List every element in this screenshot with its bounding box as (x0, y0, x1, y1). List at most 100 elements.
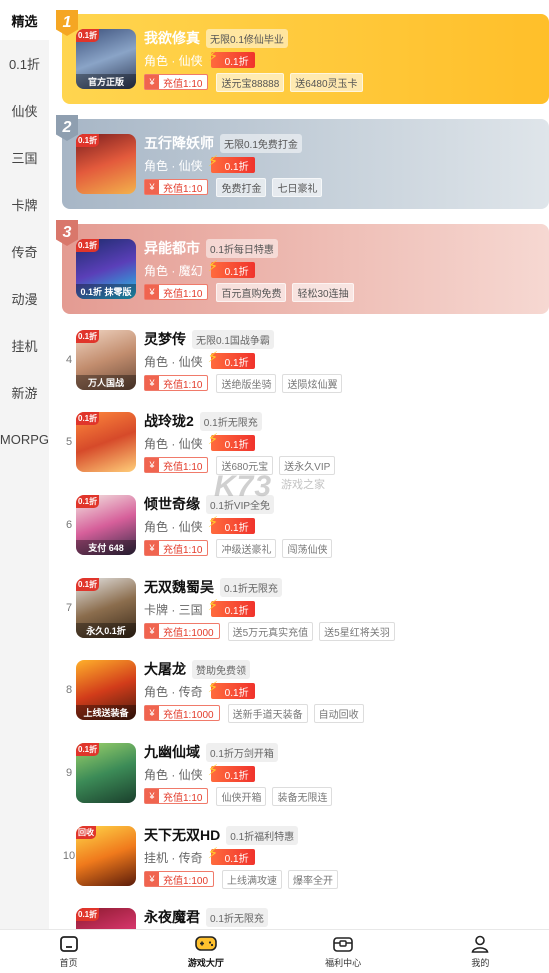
recharge-ratio: ¥ 充值1:10 (144, 457, 209, 473)
discount-badge: ⚡ 0.1折 (208, 763, 255, 782)
list-item[interactable]: 6 0.1折 支付 648 倾世奇缘 0.1折VIP全免 角色 · 仙侠 ⚡ 0.1折… (62, 494, 549, 576)
rank-number: 4 (65, 354, 73, 366)
coin-icon: ¥ (145, 458, 159, 472)
game-thumbnail[interactable]: 0.1折 (76, 134, 136, 194)
game-thumbnail[interactable]: 回收 (76, 826, 136, 886)
thumbnail-caption: 万人国战 (76, 375, 136, 390)
list-item[interactable]: 9 0.1折 九幽仙域 0.1折万剑开箱 角色 · 仙侠 ⚡ 0.1折 ¥ 充值1:10… (62, 742, 549, 824)
rank-number: 10 (62, 850, 76, 862)
game-thumbnail[interactable]: 上线送装备 (76, 660, 136, 720)
game-genre: 角色 · 仙侠 (144, 767, 203, 782)
discount-badge: ⚡ 0.1折 (208, 515, 255, 534)
game-info: 无双魏蜀吴 0.1折无限充 卡牌 · 三国 ⚡ 0.1折 ¥ 充值1:1000 送5万元真… (144, 577, 543, 641)
game-title[interactable]: 五行降妖师 (144, 133, 214, 153)
game-subtag: 无限0.1免费打金 (220, 133, 302, 153)
discount-corner: 0.1折 (76, 495, 100, 508)
sidebar-item-new[interactable]: 新游 (0, 369, 49, 416)
nav-home[interactable]: 首页 (0, 930, 137, 973)
game-thumbnail[interactable]: 0.1折 0.1折 抹零版 (76, 239, 136, 299)
featured-card[interactable]: 1 0.1折 官方正版 我欲修真 无限0.1修仙毕业 角色 · 仙侠 ⚡ 0.1折… (56, 10, 549, 104)
sidebar-item-card[interactable]: 卡牌 (0, 181, 49, 228)
benefit-tag: 送6480灵玉卡 (290, 72, 363, 92)
watermark-subtitle: 游戏之家 (281, 479, 325, 491)
game-title[interactable]: 九幽仙域 (144, 742, 200, 762)
nav-welfare-center[interactable]: 福利中心 (275, 930, 412, 973)
game-info: 异能都市 0.1折每日特惠 角色 · 魔幻 ⚡ 0.1折 ¥ 充值1:10 百元直购… (144, 238, 543, 302)
game-title[interactable]: 异能都市 (144, 238, 200, 258)
game-title[interactable]: 大屠龙 (144, 659, 186, 679)
sidebar-item-featured[interactable]: 精选 (0, 0, 49, 40)
game-info: 天下无双HD 0.1折福利特惠 挂机 · 传奇 ⚡ 0.1折 ¥ 充值1:100 上线满攻… (144, 825, 543, 889)
lightning-icon: ⚡ (207, 597, 219, 614)
benefit-tag: 爆率全开 (288, 869, 339, 889)
game-title[interactable]: 天下无双HD (144, 825, 220, 845)
gift-box-icon (332, 934, 354, 954)
benefit-tag: 自动回收 (313, 703, 364, 723)
benefit-tag: 送绝版坐骑 (216, 373, 277, 393)
game-genre: 角色 · 仙侠 (144, 158, 203, 173)
game-thumbnail[interactable]: 0.1折 (76, 412, 136, 472)
game-title[interactable]: 我欲修真 (144, 28, 200, 48)
recharge-ratio: ¥ 充值1:1000 (144, 623, 220, 639)
gamepad-icon (195, 934, 217, 954)
game-thumbnail[interactable]: 0.1折 (76, 743, 136, 803)
list-item[interactable]: 0.1折 永夜魔君 0.1折无限充 (62, 907, 549, 929)
discount-corner: 0.1折 (76, 743, 100, 756)
game-genre: 角色 · 传奇 (144, 684, 203, 699)
game-title[interactable]: 倾世奇缘 (144, 494, 200, 514)
game-info: 战玲珑2 0.1折无限充 角色 · 仙侠 ⚡ 0.1折 ¥ 充值1:10 送680元宝 送永… (144, 411, 543, 475)
game-thumbnail[interactable]: 0.1折 永久0.1折 (76, 578, 136, 638)
recharge-ratio: ¥ 充值1:10 (144, 540, 209, 556)
discount-badge: ⚡ 0.1折 (208, 680, 255, 699)
benefit-tag: 七日豪礼 (272, 177, 323, 197)
nav-game-hall[interactable]: 游戏大厅 (137, 930, 274, 973)
game-info: 九幽仙域 0.1折万剑开箱 角色 · 仙侠 ⚡ 0.1折 ¥ 充值1:10 仙侠开箱 装备无… (144, 742, 543, 806)
sidebar-item-discount[interactable]: 0.1折 (0, 40, 49, 87)
game-thumbnail[interactable]: 0.1折 万人国战 (76, 330, 136, 390)
coin-icon: ¥ (145, 180, 159, 194)
nav-profile[interactable]: 我的 (412, 930, 549, 973)
benefit-tag: 轻松30连抽 (292, 282, 354, 302)
lightning-icon: ⚡ (207, 431, 219, 448)
game-subtag: 无限0.1修仙毕业 (206, 28, 288, 48)
list-item[interactable]: 7 0.1折 永久0.1折 无双魏蜀吴 0.1折无限充 卡牌 · 三国 ⚡ 0.1折 … (62, 577, 549, 659)
recharge-ratio: ¥ 充值1:10 (144, 375, 209, 391)
game-subtag: 0.1折无限充 (199, 411, 262, 431)
recharge-ratio: ¥ 充值1:10 (144, 179, 209, 195)
game-thumbnail[interactable]: 0.1折 (76, 908, 136, 929)
game-info: 倾世奇缘 0.1折VIP全免 角色 · 仙侠 ⚡ 0.1折 ¥ 充值1:10 冲级送豪礼闯… (144, 494, 543, 558)
list-item[interactable]: 10 回收 天下无双HD 0.1折福利特惠 挂机 · 传奇 ⚡ 0.1折 ¥ 充值1:1… (62, 825, 549, 907)
sidebar-item-mmorpg[interactable]: MMORPG (0, 416, 49, 463)
discount-corner: 0.1折 (76, 412, 100, 425)
benefit-tag: 上线满攻速 (222, 869, 283, 889)
list-item[interactable]: 8 上线送装备 大屠龙 赞助免费领 角色 · 传奇 ⚡ 0.1折 ¥ 充值1:1000 送… (62, 659, 549, 741)
recharge-ratio: ¥ 充值1:10 (144, 788, 209, 804)
sidebar-item-idle[interactable]: 挂机 (0, 322, 49, 369)
featured-card[interactable]: 2 0.1折 五行降妖师 无限0.1免费打金 角色 · 仙侠 ⚡ 0.1折 ¥ 充值… (56, 115, 549, 209)
sidebar-item-legend[interactable]: 传奇 (0, 228, 49, 275)
list-item[interactable]: 4 0.1折 万人国战 灵梦传 无限0.1国战争霸 角色 · 仙侠 ⚡ 0.1折 ¥ 充… (62, 329, 549, 411)
game-title[interactable]: 灵梦传 (144, 329, 186, 349)
discount-badge: ⚡ 0.1折 (207, 153, 255, 173)
game-thumbnail[interactable]: 0.1折 官方正版 (76, 29, 136, 89)
sidebar-item-anime[interactable]: 动漫 (0, 275, 49, 322)
game-title[interactable]: 战玲珑2 (144, 411, 194, 431)
game-thumbnail[interactable]: 0.1折 支付 648 (76, 495, 136, 555)
discount-badge: ⚡ 0.1折 (208, 350, 255, 369)
game-subtag: 无限0.1国战争霸 (192, 329, 274, 349)
lightning-icon: ⚡ (207, 153, 219, 170)
benefit-tag: 送5星红将关羽 (319, 621, 395, 641)
benefit-tag: 百元直购免费 (216, 282, 287, 302)
thumbnail-caption: 0.1折 抹零版 (76, 284, 136, 299)
lightning-icon: ⚡ (207, 48, 219, 65)
game-title[interactable]: 无双魏蜀吴 (144, 577, 214, 597)
benefit-tag: 仙侠开箱 (216, 786, 267, 806)
game-title[interactable]: 永夜魔君 (144, 907, 200, 927)
game-genre: 角色 · 仙侠 (144, 519, 203, 534)
discount-corner: 0.1折 (76, 239, 100, 252)
sidebar-item-sanguo[interactable]: 三国 (0, 134, 49, 181)
game-subtag: 0.1折每日特惠 (206, 238, 278, 258)
sidebar-item-xianxia[interactable]: 仙侠 (0, 87, 49, 134)
featured-card[interactable]: 3 0.1折 0.1折 抹零版 异能都市 0.1折每日特惠 角色 · 魔幻 ⚡ 0… (56, 220, 549, 314)
game-genre: 角色 · 仙侠 (144, 354, 203, 369)
